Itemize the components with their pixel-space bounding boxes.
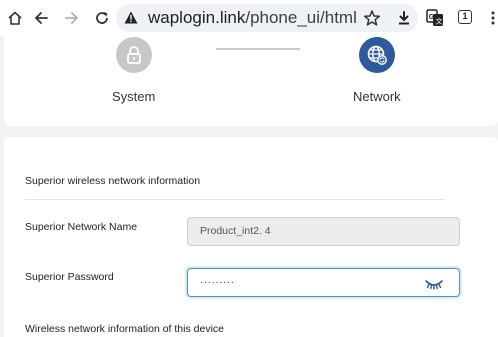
section-divider <box>25 199 445 200</box>
forward-arrow-icon[interactable] <box>61 7 83 29</box>
globe-sync-icon <box>367 45 387 65</box>
svg-text:G: G <box>429 14 435 21</box>
bookmark-star-icon[interactable] <box>363 9 381 27</box>
svg-text:文: 文 <box>436 17 443 26</box>
step-connector-line <box>216 48 300 50</box>
back-arrow-icon[interactable] <box>30 7 52 29</box>
password-field[interactable]: ········· <box>187 268 460 297</box>
url-path: /phone_ui/html/wi <box>245 8 356 27</box>
step-system-indicator <box>116 37 152 73</box>
reload-icon[interactable] <box>91 7 113 29</box>
step-network-label: Network <box>353 89 401 104</box>
menu-icon[interactable] <box>482 7 498 29</box>
tab-switcher-button[interactable]: 1 <box>458 10 472 24</box>
warning-icon[interactable] <box>124 11 138 24</box>
network-name-label: Superior Network Name <box>25 221 138 233</box>
password-label: Superior Password <box>25 271 114 283</box>
url-domain: waplogin.link <box>148 8 246 27</box>
address-bar[interactable]: waplogin.link/phone_ui/html/wi <box>116 4 418 32</box>
section-title: Superior wireless network information <box>25 175 201 187</box>
translate-icon[interactable]: G文 <box>424 7 446 29</box>
next-section-title: Wireless network information of this dev… <box>25 323 224 335</box>
url-text[interactable]: waplogin.link/phone_ui/html/wi <box>148 8 356 28</box>
network-name-field: Product_int2. 4 <box>187 217 460 246</box>
setup-steps-card: System Network <box>4 36 498 126</box>
step-system-label: System <box>112 89 156 104</box>
step-network-indicator <box>359 37 395 73</box>
home-icon[interactable] <box>4 7 26 29</box>
network-form-card: Superior wireless network information Su… <box>4 137 498 337</box>
lock-icon <box>127 46 141 64</box>
browser-toolbar: waplogin.link/phone_ui/html/wi G文 1 <box>0 0 498 36</box>
eye-closed-icon[interactable] <box>424 278 444 290</box>
download-icon[interactable] <box>393 7 415 29</box>
